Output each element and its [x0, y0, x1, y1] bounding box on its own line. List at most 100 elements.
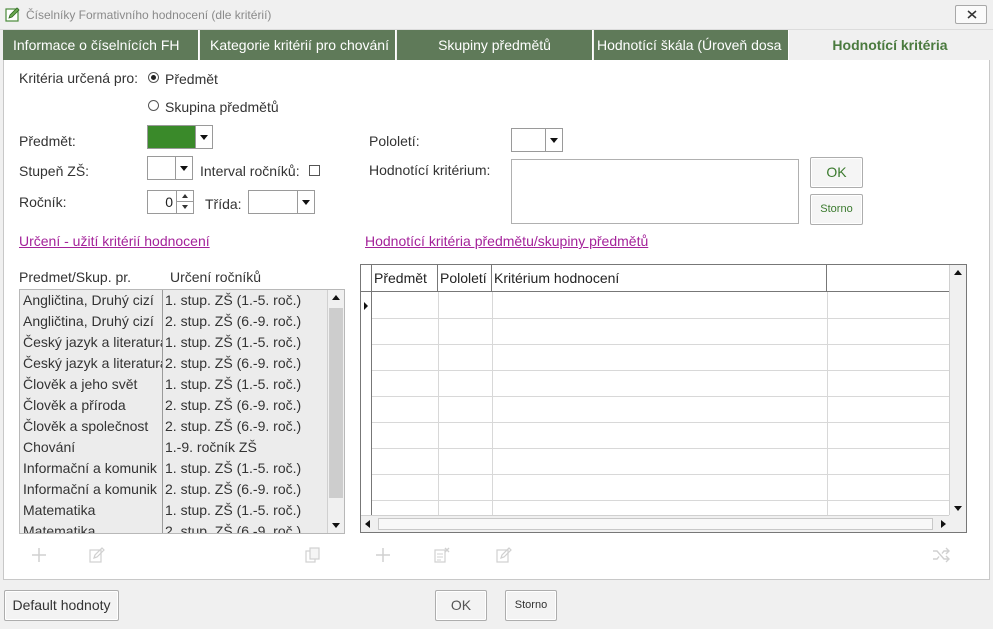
list-item-grades: 2. stup. ZŠ (6.-9. roč.) [165, 355, 302, 371]
current-row-icon [364, 302, 368, 310]
list-item-grades: 1.-9. ročník ZŠ [165, 439, 257, 455]
list-item-subject: Angličtina, Druhý cizí [23, 292, 154, 308]
scroll-right-icon[interactable] [941, 520, 946, 528]
ok-button[interactable]: OK [810, 157, 863, 188]
grid-header: Předmět Pololetí Kritérium hodnocení [361, 265, 950, 292]
radio-subject-group[interactable] [148, 100, 159, 111]
list-item-subject: Matematika [23, 523, 96, 534]
grid-row-line [372, 318, 950, 319]
criteria-for-label: Kritéria určená pro: [19, 70, 139, 86]
list-item-grades: 1. stup. ZŠ (1.-5. roč.) [165, 334, 302, 350]
footer-ok-button[interactable]: OK [435, 590, 487, 621]
link-hodnotici-kriteria-predmetu[interactable]: Hodnotící kritéria předmětu/skupiny před… [365, 233, 648, 249]
grid-row-line [372, 396, 950, 397]
grid-row-line [372, 500, 950, 501]
chevron-down-icon[interactable] [297, 191, 314, 213]
tab-kategorie[interactable]: Kategorie kritérií pro chování [200, 30, 396, 60]
list-item[interactable]: Informační a komunik 2. stup. ZŠ (6.-9. r… [20, 479, 328, 500]
grid-horizontal-scrollbar[interactable] [361, 515, 950, 532]
stupen-label: Stupeň ZŠ: [19, 163, 90, 179]
scroll-up-icon[interactable] [950, 265, 966, 281]
window-title: Číselníky Formativního hodnocení (dle kr… [26, 8, 272, 22]
delete-icon[interactable] [433, 546, 451, 564]
grid-row-line [372, 370, 950, 371]
link-urceni-uziti[interactable]: Určení - užití kritérií hodnocení [19, 233, 210, 249]
list-item-subject: Člověk a příroda [23, 397, 126, 413]
grid-row-line [372, 344, 950, 345]
grid-header-pololeti[interactable]: Pololetí [438, 265, 492, 292]
scroll-up-icon[interactable] [328, 290, 344, 306]
left-list-header-subject: Predmet/Skup. pr. [19, 269, 132, 285]
storno-button[interactable]: Storno [810, 194, 863, 225]
close-icon [967, 10, 977, 19]
spin-down-icon[interactable] [176, 202, 193, 213]
interval-label: Interval ročníků: [200, 163, 300, 179]
list-item[interactable]: Angličtina, Druhý cizí 2. stup. ZŠ (6.-9.… [20, 311, 328, 332]
left-list-scrollbar[interactable] [327, 290, 344, 533]
footer-storno-button[interactable]: Storno [505, 590, 557, 621]
list-item[interactable]: Matematika 2. stup. ZŠ (6.-9. roč.) [20, 521, 328, 534]
stupen-combo[interactable] [147, 156, 193, 180]
grid-column-line [827, 292, 828, 515]
list-item-subject: Člověk a jeho svět [23, 376, 138, 392]
tab-hodnotici-kriteria[interactable]: Hodnotící kritéria [790, 30, 990, 60]
list-item-grades: 2. stup. ZŠ (6.-9. roč.) [165, 481, 302, 497]
list-item[interactable]: Člověk a příroda 2. stup. ZŠ (6.-9. roč.) [20, 395, 328, 416]
add-icon[interactable] [374, 546, 392, 564]
rocnik-value[interactable]: 0 [165, 194, 173, 210]
list-item[interactable]: Český jazyk a literatura 2. stup. ZŠ (6.-… [20, 353, 328, 374]
add-icon[interactable] [30, 546, 48, 564]
list-item[interactable]: Chování 1.-9. ročník ZŠ [20, 437, 328, 458]
list-item[interactable]: Angličtina, Druhý cizí 1. stup. ZŠ (1.-5.… [20, 290, 328, 311]
edit-form-icon [5, 7, 20, 22]
criterion-textarea[interactable] [511, 159, 799, 224]
list-item-subject: Matematika [23, 502, 96, 518]
list-item-grades: 2. stup. ZŠ (6.-9. roč.) [165, 523, 302, 534]
list-item[interactable]: Matematika 1. stup. ZŠ (1.-5. roč.) [20, 500, 328, 521]
grid-header-predmet[interactable]: Předmět [372, 265, 438, 292]
chevron-down-icon[interactable] [175, 157, 192, 179]
pololeti-combo[interactable] [511, 128, 563, 152]
chevron-down-icon[interactable] [195, 126, 212, 148]
shuffle-icon[interactable] [932, 546, 950, 564]
pololeti-label: Pololetí: [369, 133, 420, 149]
list-item[interactable]: Informační a komunik 1. stup. ZŠ (1.-5. r… [20, 458, 328, 479]
grid-row-line [372, 474, 950, 475]
list-item[interactable]: Český jazyk a literatura 1. stup. ZŠ (1.-… [20, 332, 328, 353]
chevron-down-icon[interactable] [545, 129, 562, 151]
grid-vertical-scrollbar[interactable] [949, 265, 966, 516]
criterion-label: Hodnotící kritérium: [369, 162, 491, 178]
tab-skupiny[interactable]: Skupiny předmětů [397, 30, 593, 60]
list-item[interactable]: Člověk a společnost 2. stup. ZŠ (6.-9. ro… [20, 416, 328, 437]
interval-checkbox[interactable] [309, 165, 320, 176]
row-selector-column[interactable] [361, 292, 372, 515]
copy-icon[interactable] [304, 546, 322, 564]
tab-content: Kritéria určená pro: Předmět Skupina pře… [3, 60, 990, 580]
spin-up-icon[interactable] [176, 191, 193, 202]
left-list: Angličtina, Druhý cizí 1. stup. ZŠ (1.-5.… [19, 289, 345, 534]
tab-informace[interactable]: Informace o číselnících FH [3, 30, 199, 60]
edit-icon[interactable] [495, 546, 513, 564]
left-list-header-grades: Určení ročníků [170, 269, 262, 285]
scroll-down-icon[interactable] [328, 517, 344, 533]
list-item[interactable]: Člověk a jeho svět 1. stup. ZŠ (1.-5. roč… [20, 374, 328, 395]
edit-icon[interactable] [88, 546, 106, 564]
scrollbar-thumb[interactable] [329, 308, 343, 498]
subject-combo[interactable] [147, 125, 213, 149]
scrollbar-thumb[interactable] [378, 518, 933, 530]
list-item-grades: 1. stup. ZŠ (1.-5. roč.) [165, 502, 302, 518]
scroll-left-icon[interactable] [365, 520, 370, 528]
close-button[interactable] [955, 5, 987, 24]
list-item-subject: Český jazyk a literatura [23, 355, 162, 371]
rocnik-stepper[interactable]: 0 [147, 190, 194, 214]
grid-row-line [372, 448, 950, 449]
list-item-grades: 2. stup. ZŠ (6.-9. roč.) [165, 313, 302, 329]
tab-hodnotici-skala[interactable]: Hodnotící škála (Úroveň dosa [594, 30, 789, 60]
scroll-down-icon[interactable] [950, 500, 966, 516]
grid-header-kriterium[interactable]: Kritérium hodnocení [492, 265, 827, 292]
radio-subject[interactable] [148, 72, 159, 83]
default-values-button[interactable]: Default hodnoty [4, 590, 119, 621]
trida-combo[interactable] [248, 190, 315, 214]
list-item-grades: 1. stup. ZŠ (1.-5. roč.) [165, 292, 302, 308]
list-item-subject: Člověk a společnost [23, 418, 149, 434]
